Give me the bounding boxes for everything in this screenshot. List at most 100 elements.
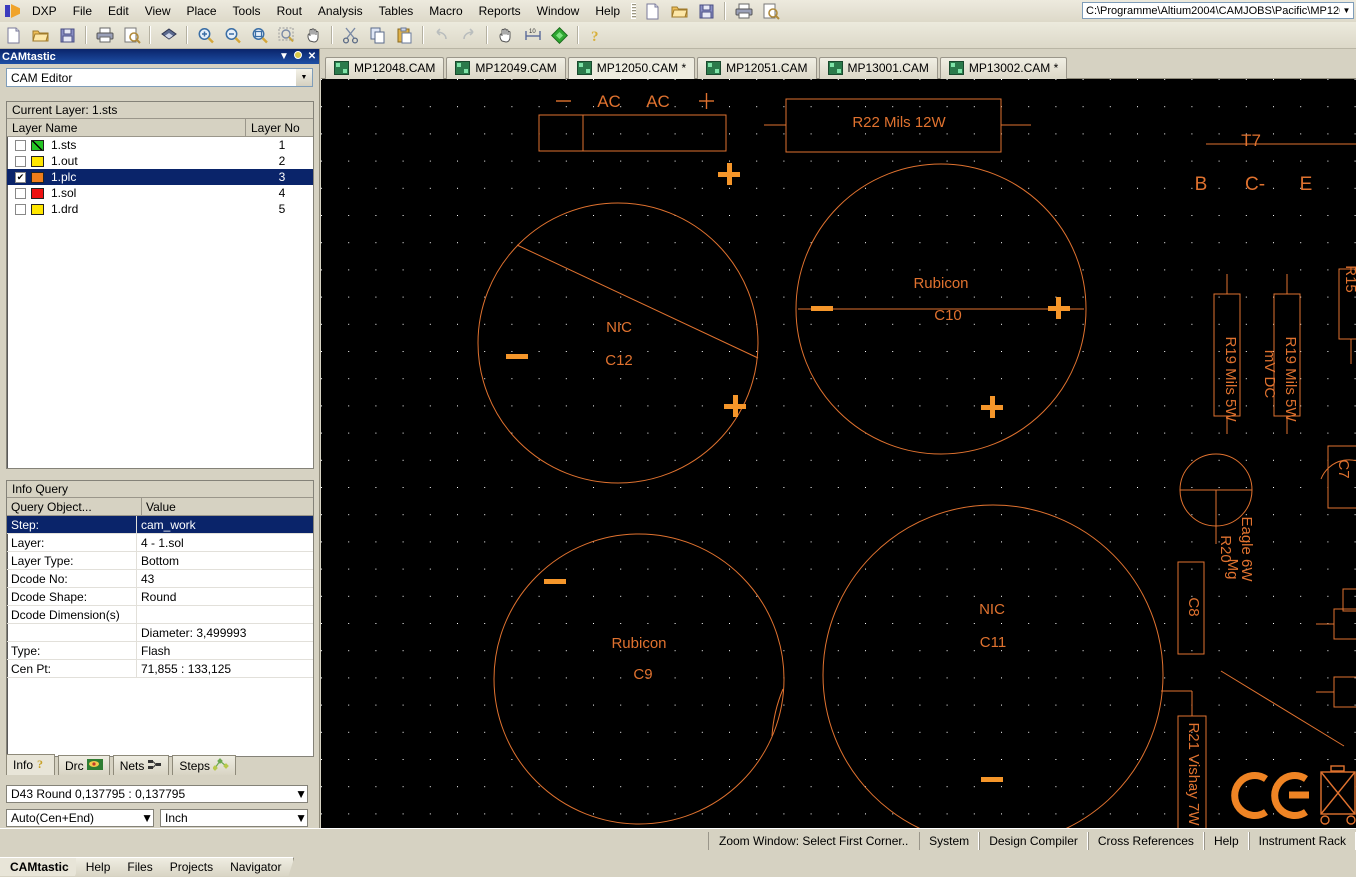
- chevron-down-icon[interactable]: ▼: [277, 51, 291, 62]
- layer-row[interactable]: 1.sts 1: [7, 137, 313, 153]
- measure-icon[interactable]: 10: [520, 23, 545, 47]
- column-header-query-object[interactable]: Query Object...: [7, 498, 142, 515]
- zoom-out-icon[interactable]: [220, 23, 245, 47]
- status-button-system[interactable]: System: [919, 832, 980, 850]
- status-button-instrument-rack[interactable]: Instrument Rack: [1248, 832, 1356, 850]
- green-diamond-icon[interactable]: [547, 23, 572, 47]
- layer-row[interactable]: 1.out 2: [7, 153, 313, 169]
- workspace-tab-help[interactable]: Help: [75, 857, 124, 876]
- panel-tab-steps[interactable]: Steps: [172, 755, 237, 775]
- menu-item-help[interactable]: Help: [587, 1, 628, 21]
- layer-visibility-checkbox[interactable]: [15, 139, 26, 151]
- print-preview-icon[interactable]: [119, 23, 144, 47]
- close-icon[interactable]: ✕: [305, 51, 319, 62]
- print-icon-top[interactable]: [731, 0, 756, 23]
- workspace-tab-files[interactable]: Files: [117, 857, 166, 876]
- print-icon[interactable]: [92, 23, 117, 47]
- panel-tab-nets[interactable]: Nets: [112, 755, 170, 775]
- save-icon-top[interactable]: [694, 0, 719, 23]
- menu-item-tools[interactable]: Tools: [225, 1, 269, 21]
- open-folder-icon-top[interactable]: [667, 0, 692, 23]
- info-query-row[interactable]: Dcode Dimension(s): [7, 606, 313, 624]
- help-question-icon[interactable]: ?: [584, 23, 609, 47]
- new-file-icon[interactable]: [1, 23, 26, 47]
- paste-icon[interactable]: [392, 23, 417, 47]
- chevron-down-icon[interactable]: ▼: [295, 811, 307, 825]
- chevron-down-icon[interactable]: ▼: [1340, 6, 1353, 15]
- layers-icon[interactable]: [156, 23, 181, 47]
- document-tab[interactable]: MP13001.CAM: [818, 56, 938, 79]
- menu-item-rout[interactable]: Rout: [269, 1, 310, 21]
- save-icon[interactable]: [55, 23, 80, 47]
- open-folder-icon[interactable]: [28, 23, 53, 47]
- redo-icon[interactable]: [456, 23, 481, 47]
- menu-item-dxp[interactable]: DXP: [24, 1, 65, 21]
- layer-color-swatch[interactable]: [31, 187, 44, 199]
- info-query-row[interactable]: Diameter: 3,499993: [7, 624, 313, 642]
- layer-visibility-checkbox[interactable]: ✔: [15, 171, 26, 183]
- workspace-tab-camtastic[interactable]: CAMtastic: [0, 857, 82, 876]
- new-file-icon-top[interactable]: [640, 0, 665, 23]
- cut-icon[interactable]: [338, 23, 363, 47]
- cam-canvas[interactable]: AC AC R22 Mils 12W NIC C12 Rubicon C10 Rubicon C…: [321, 79, 1356, 828]
- info-query-row[interactable]: Type: Flash: [7, 642, 313, 660]
- unit-select[interactable]: Inch ▼: [160, 809, 308, 827]
- menu-item-reports[interactable]: Reports: [471, 1, 529, 21]
- chevron-down-icon[interactable]: ▼: [141, 811, 153, 825]
- chevron-down-icon[interactable]: ▼: [295, 787, 307, 801]
- menu-item-analysis[interactable]: Analysis: [310, 1, 371, 21]
- undo-icon[interactable]: [429, 23, 454, 47]
- menu-item-tables[interactable]: Tables: [371, 1, 422, 21]
- menu-item-file[interactable]: File: [65, 1, 100, 21]
- layer-color-swatch[interactable]: [31, 171, 44, 183]
- column-header-value[interactable]: Value: [142, 498, 313, 515]
- layer-row[interactable]: ✔ 1.plc 3: [7, 169, 313, 185]
- pan-hand2-icon[interactable]: [493, 23, 518, 47]
- zoom-in-icon[interactable]: [193, 23, 218, 47]
- column-header-layer-no[interactable]: Layer No: [246, 119, 313, 136]
- snap-mode-select[interactable]: Auto(Cen+End) ▼: [6, 809, 154, 827]
- layer-color-swatch[interactable]: [31, 155, 44, 167]
- layer-color-swatch[interactable]: [31, 203, 44, 215]
- panel-tab-drc[interactable]: Drc: [58, 755, 110, 775]
- zoom-fit-icon[interactable]: [247, 23, 272, 47]
- info-query-row[interactable]: Layer Type: Bottom: [7, 552, 313, 570]
- layer-row[interactable]: 1.drd 5: [7, 201, 313, 217]
- layer-visibility-checkbox[interactable]: [15, 187, 26, 199]
- editor-select[interactable]: CAM Editor ▼: [6, 68, 313, 87]
- menu-item-edit[interactable]: Edit: [100, 1, 137, 21]
- status-button-cross-references[interactable]: Cross References: [1087, 832, 1204, 850]
- pan-hand-icon[interactable]: [301, 23, 326, 47]
- layer-color-swatch[interactable]: [31, 139, 44, 151]
- info-query-row[interactable]: Dcode No: 43: [7, 570, 313, 588]
- menu-item-place[interactable]: Place: [179, 1, 225, 21]
- document-tab[interactable]: MP12049.CAM: [446, 56, 566, 79]
- menu-item-macro[interactable]: Macro: [421, 1, 470, 21]
- copy-icon[interactable]: [365, 23, 390, 47]
- menu-item-view[interactable]: View: [137, 1, 179, 21]
- document-tab[interactable]: MP12050.CAM *: [567, 56, 696, 79]
- layer-visibility-checkbox[interactable]: [15, 203, 26, 215]
- zoom-window-icon[interactable]: [274, 23, 299, 47]
- pin-icon[interactable]: [291, 50, 305, 63]
- layer-row[interactable]: 1.sol 4: [7, 185, 313, 201]
- dcode-select[interactable]: D43 Round 0,137795 : 0,137795 ▼: [6, 785, 308, 803]
- info-query-row[interactable]: Step: cam_work: [7, 516, 313, 534]
- chevron-down-icon[interactable]: ▼: [295, 69, 312, 86]
- document-tab[interactable]: MP13002.CAM *: [939, 56, 1068, 79]
- toolbar-grip[interactable]: [631, 3, 637, 19]
- panel-tab-info[interactable]: Info ?: [6, 754, 56, 775]
- document-tab[interactable]: MP12048.CAM: [325, 56, 445, 79]
- column-header-layer-name[interactable]: Layer Name: [7, 119, 246, 136]
- document-tab[interactable]: MP12051.CAM: [697, 56, 817, 79]
- print-preview-icon-top[interactable]: [758, 0, 783, 23]
- status-button-help[interactable]: Help: [1203, 832, 1249, 850]
- workspace-tab-projects[interactable]: Projects: [159, 857, 227, 876]
- layer-visibility-checkbox[interactable]: [15, 155, 26, 167]
- info-query-row[interactable]: Dcode Shape: Round: [7, 588, 313, 606]
- info-query-row[interactable]: Layer: 4 - 1.sol: [7, 534, 313, 552]
- workspace-tab-navigator[interactable]: Navigator: [220, 857, 295, 876]
- info-query-row[interactable]: Cen Pt: 71,855 : 133,125: [7, 660, 313, 678]
- menu-item-window[interactable]: Window: [529, 1, 588, 21]
- project-path-combo[interactable]: C:\Programme\Altium2004\CAMJOBS\Pacific\…: [1082, 2, 1354, 19]
